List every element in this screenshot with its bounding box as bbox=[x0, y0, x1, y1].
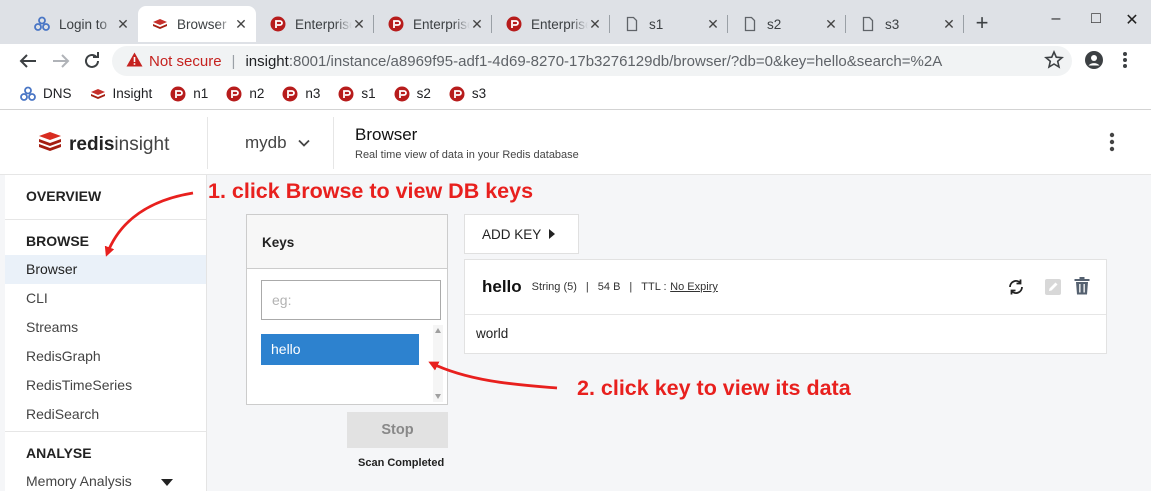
annotation-arrows bbox=[104, 191, 558, 390]
arrow-to-key bbox=[428, 361, 558, 390]
annotation-step-2: 2. click key to view its data bbox=[577, 376, 851, 400]
arrow-to-browser bbox=[104, 191, 194, 257]
annotation-step-1: 1. click Browse to view DB keys bbox=[208, 179, 534, 203]
